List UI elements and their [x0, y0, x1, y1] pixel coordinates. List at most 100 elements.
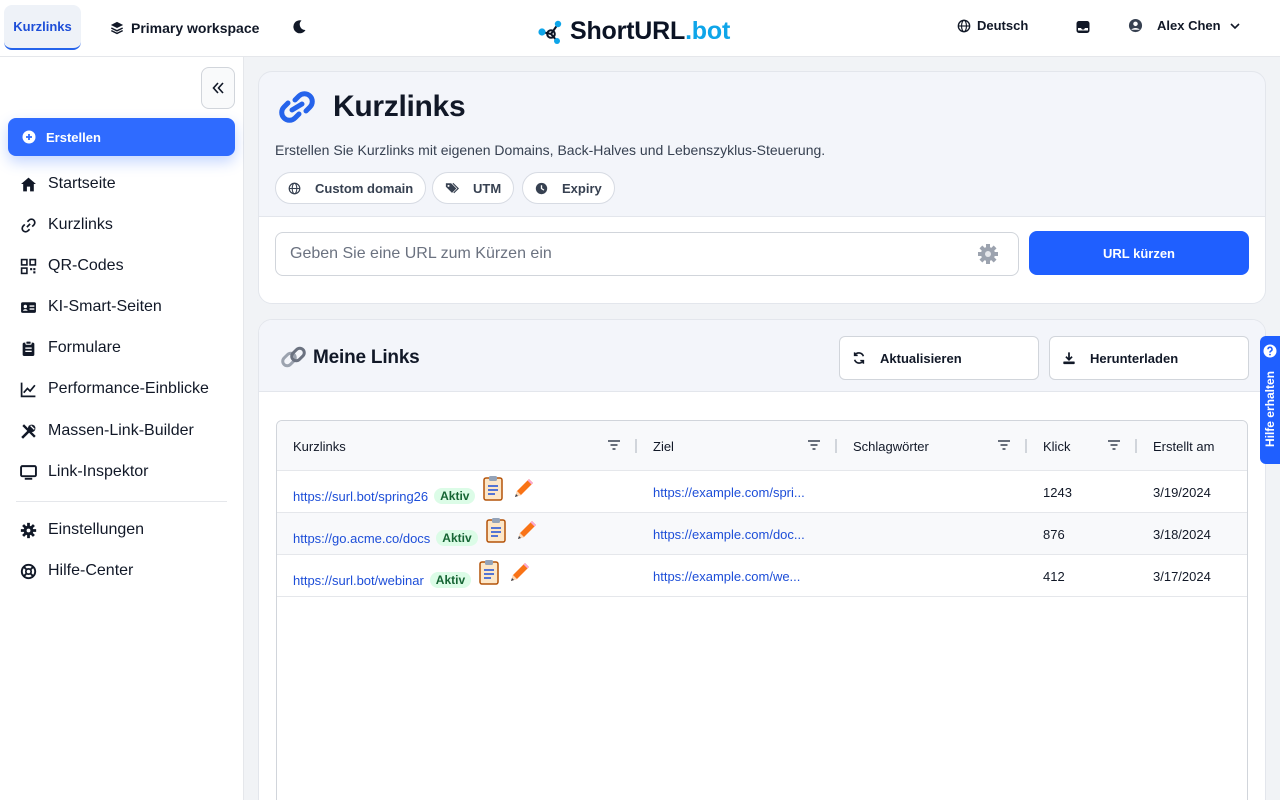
tags-cell: [853, 471, 1023, 513]
my-links-title-text: Meine Links: [313, 347, 420, 368]
sidebar-item-kurzlinks[interactable]: Kurzlinks: [20, 214, 113, 236]
pencil-edit-icon[interactable]: [507, 559, 531, 585]
column-separator[interactable]: [1025, 439, 1027, 453]
filter-icon[interactable]: [997, 439, 1011, 451]
language-label: Deutsch: [977, 18, 1029, 33]
page-title: Kurzlinks: [277, 90, 466, 124]
double-chevron-left-icon: [212, 82, 224, 94]
refresh-button[interactable]: Aktualisieren: [839, 336, 1039, 380]
chip-label: UTM: [473, 180, 502, 196]
column-separator[interactable]: [1135, 439, 1137, 453]
chip-label: Custom domain: [315, 180, 414, 196]
plus-circle-icon: [22, 130, 36, 144]
url-input[interactable]: [275, 232, 1019, 276]
user-menu[interactable]: Alex Chen: [1128, 18, 1241, 33]
sidebar-item-formulare[interactable]: Formulare: [20, 337, 121, 359]
share-nodes-logo-icon: [538, 20, 562, 44]
clicks-cell: 876: [1043, 526, 1065, 542]
pencil-edit-icon[interactable]: [514, 517, 538, 543]
tab-kurzlinks[interactable]: Kurzlinks: [4, 5, 81, 50]
my-links-header: Meine Links Aktualisieren Herunterladen: [259, 320, 1265, 392]
links-table: Kurzlinks Ziel Schlagwörter Klick Erstel…: [276, 420, 1248, 800]
target-link[interactable]: https://example.com/we...: [653, 555, 823, 597]
pencil-edit-icon[interactable]: [511, 475, 535, 501]
column-separator[interactable]: [835, 439, 837, 453]
create-label: Erstellen: [46, 129, 101, 145]
target-link[interactable]: https://example.com/spri...: [653, 471, 823, 513]
column-header-ziel[interactable]: Ziel: [653, 421, 674, 471]
chip-custom-domain[interactable]: Custom domain: [275, 172, 427, 204]
refresh-label: Aktualisieren: [880, 350, 962, 366]
inbox-icon[interactable]: [1075, 19, 1091, 35]
language-selector[interactable]: Deutsch: [957, 18, 1028, 33]
sidebar-item-massen-link-builder[interactable]: Massen-Link-Builder: [20, 420, 194, 442]
sidebar-item-hilfe-center[interactable]: Hilfe-Center: [20, 560, 133, 582]
short-link-cell: https://surl.bot/spring26 Aktiv: [293, 471, 633, 513]
sidebar-item-einstellungen[interactable]: Einstellungen: [20, 519, 144, 541]
short-link[interactable]: https://surl.bot/spring26: [293, 489, 428, 504]
clipboard-copy-icon[interactable]: [477, 559, 501, 585]
table-row[interactable]: https://surl.bot/webinar Aktiv https://e…: [277, 555, 1247, 597]
sidebar-divider: [16, 501, 227, 502]
monitor-icon: [20, 464, 37, 480]
tools-icon: [21, 423, 36, 439]
target-link[interactable]: https://example.com/doc...: [653, 513, 823, 555]
short-link[interactable]: https://surl.bot/webinar: [293, 573, 424, 588]
clipboard-copy-icon[interactable]: [484, 517, 508, 543]
top-bar: Kurzlinks Primary workspace ShortURL.bot…: [0, 0, 1280, 57]
column-header-klick[interactable]: Klick: [1043, 421, 1070, 471]
filter-icon[interactable]: [1107, 439, 1121, 451]
download-button[interactable]: Herunterladen: [1049, 336, 1249, 380]
short-link-cell: https://surl.bot/webinar Aktiv: [293, 555, 633, 597]
help-tab[interactable]: Hilfe erhalten: [1260, 336, 1280, 464]
created-cell: 3/19/2024: [1153, 484, 1211, 500]
refresh-icon: [853, 352, 865, 364]
sidebar-item-label: Startseite: [48, 175, 116, 192]
filter-icon[interactable]: [807, 439, 821, 451]
sidebar-item-startseite[interactable]: Startseite: [20, 173, 116, 195]
help-tab-label: Hilfe erhalten: [1263, 370, 1277, 448]
column-header-kurzlinks[interactable]: Kurzlinks: [293, 421, 346, 471]
sidebar-item-label: Formulare: [48, 339, 121, 356]
sidebar-item-performance-einblicke[interactable]: Performance-Einblicke: [20, 378, 209, 400]
sidebar-item-qr-codes[interactable]: QR-Codes: [20, 255, 124, 277]
short-link[interactable]: https://go.acme.co/docs: [293, 531, 430, 546]
sidebar-item-label: Hilfe-Center: [48, 562, 134, 579]
link-icon: [21, 217, 36, 233]
status-badge: Aktiv: [436, 530, 478, 546]
clock-icon: [535, 182, 548, 194]
table-row[interactable]: https://go.acme.co/docs Aktiv https://ex…: [277, 513, 1247, 555]
collapse-sidebar-button[interactable]: [201, 67, 235, 109]
logo[interactable]: ShortURL.bot: [536, 14, 730, 48]
question-circle-icon: [1263, 344, 1277, 358]
column-separator[interactable]: [635, 439, 637, 453]
sidebar-item-link-inspektor[interactable]: Link-Inspektor: [20, 461, 149, 483]
short-link-cell: https://go.acme.co/docs Aktiv: [293, 513, 633, 555]
moon-icon[interactable]: [290, 18, 308, 36]
shorten-url-button[interactable]: URL kürzen: [1029, 231, 1249, 275]
page-title-text: Kurzlinks: [333, 90, 466, 123]
sidebar-item-ki-smart-seiten[interactable]: KI-Smart-Seiten: [20, 296, 162, 318]
status-badge: Aktiv: [434, 488, 476, 504]
created-cell: 3/18/2024: [1153, 526, 1211, 542]
created-cell: 3/17/2024: [1153, 568, 1211, 584]
create-link-card: Kurzlinks Erstellen Sie Kurzlinks mit ei…: [258, 71, 1266, 304]
logo-text: ShortURL.bot: [570, 16, 731, 45]
filter-icon[interactable]: [607, 439, 621, 451]
workspace-switcher[interactable]: Primary workspace: [110, 18, 259, 38]
settings-gear-icon[interactable]: [976, 242, 1000, 266]
home-icon: [21, 177, 36, 191]
globe-icon: [288, 182, 301, 194]
create-button[interactable]: Erstellen: [8, 118, 235, 156]
clipboard-icon: [22, 340, 35, 356]
qr-code-icon: [20, 258, 37, 274]
sidebar-item-label: Kurzlinks: [48, 216, 113, 233]
sidebar: Erstellen Startseite Kurzlinks QR-Codes …: [0, 57, 244, 800]
chip-utm[interactable]: UTM: [432, 172, 515, 204]
status-badge: Aktiv: [429, 572, 472, 588]
table-row[interactable]: https://surl.bot/spring26 Aktiv https://…: [277, 471, 1247, 513]
chip-expiry[interactable]: Expiry: [522, 172, 615, 204]
column-header-schlagwoerter[interactable]: Schlagwörter: [853, 421, 929, 471]
clipboard-copy-icon[interactable]: [481, 475, 505, 501]
column-header-erstellt-am[interactable]: Erstellt am: [1153, 421, 1214, 471]
